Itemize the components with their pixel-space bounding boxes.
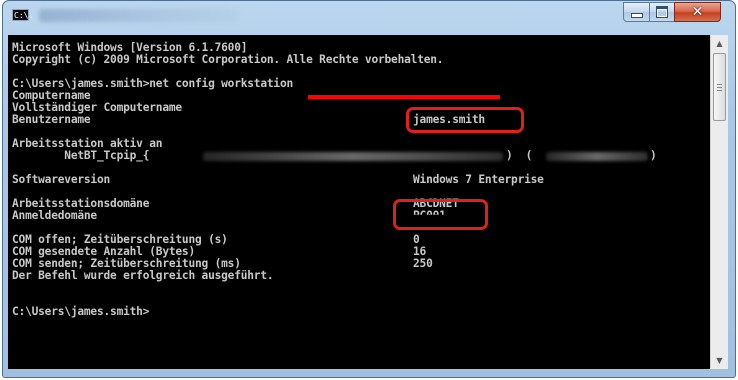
close-icon: ✕ bbox=[691, 4, 704, 20]
value-softwareversion: Windows 7 Enterprise bbox=[413, 173, 544, 186]
netbt-guid-blurred bbox=[203, 152, 503, 161]
console-app-icon[interactable]: C:\. bbox=[12, 9, 33, 21]
scroll-up-icon[interactable]: ▲ bbox=[711, 35, 728, 52]
label-netbt-tcpip: NetBT_Tcpip_{ bbox=[12, 149, 150, 162]
maximize-button[interactable] bbox=[649, 2, 675, 22]
status-message: Der Befehl wurde erfolgreich ausgeführt. bbox=[12, 269, 274, 282]
grip-line bbox=[717, 90, 722, 91]
minimize-icon bbox=[630, 13, 643, 18]
benutzername-highlight-box bbox=[406, 107, 524, 133]
scroll-down-icon[interactable]: ▼ bbox=[711, 352, 728, 369]
label-softwareversion: Softwareversion bbox=[12, 173, 111, 186]
minimize-button[interactable] bbox=[623, 2, 650, 22]
computername-redaction-bar bbox=[308, 95, 500, 99]
prompt-line: C:\Users\james.smith> bbox=[12, 305, 150, 318]
netbt-close: ) bbox=[650, 149, 657, 162]
grip-line bbox=[717, 84, 722, 85]
console-output[interactable]: Microsoft Windows [Version 6.1.7600] Cop… bbox=[8, 35, 710, 369]
scrollbar-thumb[interactable] bbox=[713, 53, 726, 121]
mac-address-blurred bbox=[546, 152, 648, 161]
title-bar[interactable]: C:\. ✕ bbox=[3, 1, 735, 35]
label-benutzername: Benutzername bbox=[12, 113, 91, 126]
window-title-blurred bbox=[39, 9, 239, 22]
vertical-scrollbar[interactable]: ▲ ▼ bbox=[710, 35, 728, 369]
value-com-senden: 250 bbox=[413, 257, 433, 270]
grip-line bbox=[717, 87, 722, 88]
close-button[interactable]: ✕ bbox=[674, 2, 721, 22]
domain-highlight-box bbox=[393, 199, 488, 230]
maximize-icon bbox=[656, 6, 668, 18]
label-anmeldedomaene: Anmeldedomäne bbox=[12, 209, 97, 222]
console-line: Copyright (c) 2009 Microsoft Corporation… bbox=[12, 53, 444, 66]
netbt-separator: ) ( bbox=[506, 149, 533, 162]
